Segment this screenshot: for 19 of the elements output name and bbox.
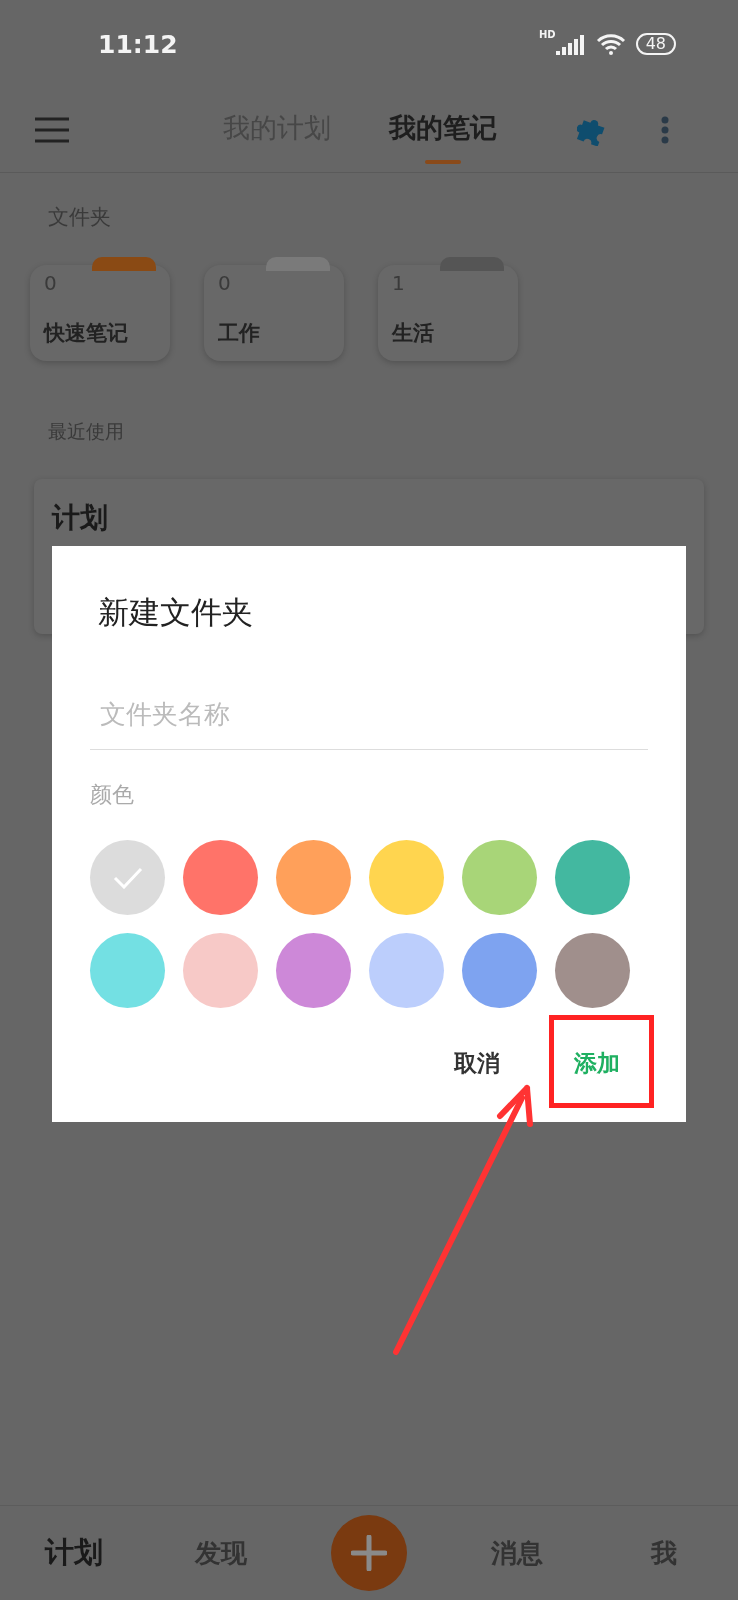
folder-name: 快速笔记: [44, 320, 129, 347]
recent-title: 计划: [52, 501, 108, 534]
folder-name: 生活: [392, 320, 435, 347]
network-label: HD: [538, 29, 556, 40]
plus-icon: [351, 1535, 387, 1571]
check-icon: [112, 866, 143, 889]
tab[interactable]: 我的笔记: [389, 110, 497, 164]
dialog-title: 新建文件夹: [97, 593, 254, 632]
folder-name: 工作: [218, 320, 261, 347]
color-label: 颜色: [90, 781, 135, 809]
status-time: 11:12: [98, 29, 178, 59]
cancel-button[interactable]: 取消: [434, 1034, 520, 1093]
nav-tab[interactable]: 计划: [44, 1533, 103, 1573]
wifi-icon: [595, 33, 626, 55]
battery-level: 48: [635, 33, 676, 55]
menu-icon[interactable]: [35, 117, 69, 143]
add-folder-button[interactable]: 添加: [554, 1034, 640, 1093]
signal-icon: [555, 33, 586, 55]
more-icon[interactable]: [661, 116, 669, 144]
